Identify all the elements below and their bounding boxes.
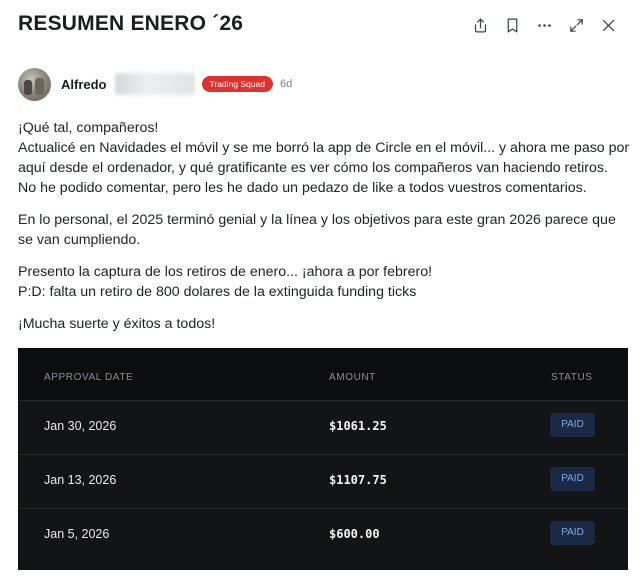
header-approval-date: APPROVAL DATE (44, 372, 134, 383)
row-date: Jan 5, 2026 (44, 527, 110, 541)
post-card: RESUMEN ENERO ´26 Alfredo Trading Squad … (0, 0, 640, 580)
author-row: Alfredo Trading Squad 6d (18, 67, 292, 101)
text-line: En lo personal, el 2025 terminó genial y… (18, 212, 616, 228)
paragraph: En lo personal, el 2025 terminó genial y… (18, 210, 630, 250)
paragraph: Presento la captura de los retiros de en… (18, 262, 630, 302)
table-row: Jan 30, 2026 $1061.25 PAID (18, 400, 628, 454)
table-row: Jan 13, 2026 $1107.75 PAID (18, 454, 628, 508)
post-header: RESUMEN ENERO ´26 (18, 10, 624, 40)
post-title: RESUMEN ENERO ´26 (18, 12, 244, 35)
status-badge: PAID (550, 413, 595, 437)
bookmark-button[interactable] (496, 12, 528, 38)
header-status: STATUS (551, 372, 593, 383)
text-line: P:D: falta un retiro de 800 dolares de l… (18, 284, 417, 300)
author-name[interactable]: Alfredo (61, 77, 107, 92)
expand-icon (569, 18, 583, 32)
bookmark-icon (507, 18, 517, 32)
post-actions (464, 12, 624, 38)
text-line: se van cumpliendo. (18, 232, 141, 248)
status-badge: PAID (550, 467, 595, 491)
paragraph: ¡Qué tal, compañeros! Actualicé en Navid… (18, 118, 630, 198)
row-date: Jan 30, 2026 (44, 419, 117, 433)
text-line: Actualicé en Navidades el móvil y se me … (18, 140, 630, 156)
withdrawals-table-screenshot: APPROVAL DATE AMOUNT STATUS Jan 30, 2026… (18, 348, 628, 570)
row-amount: $1107.75 (329, 473, 387, 487)
post-body: ¡Qué tal, compañeros! Actualicé en Navid… (18, 118, 630, 346)
row-date: Jan 13, 2026 (44, 473, 117, 487)
share-icon (474, 18, 486, 32)
table-row: Jan 5, 2026 $600.00 PAID (18, 508, 628, 562)
paragraph: ¡Mucha suerte y éxitos a todos! (18, 314, 630, 334)
redacted-name (114, 73, 195, 95)
more-icon (537, 23, 551, 27)
text-line: No he podido comentar, pero les he dado … (18, 180, 587, 196)
row-amount: $1061.25 (329, 419, 387, 433)
member-badge: Trading Squad (201, 76, 273, 92)
more-button[interactable] (528, 12, 560, 38)
text-line: ¡Qué tal, compañeros! (18, 120, 159, 136)
text-line: ¡Mucha suerte y éxitos a todos! (18, 316, 216, 332)
text-line: aquí desde el ordenador, y qué gratifica… (18, 160, 608, 176)
expand-button[interactable] (560, 12, 592, 38)
header-amount: AMOUNT (329, 372, 376, 383)
post-time: 6d (279, 78, 293, 90)
row-amount: $600.00 (329, 527, 380, 541)
close-button[interactable] (592, 12, 624, 38)
avatar[interactable] (18, 67, 51, 101)
table-header: APPROVAL DATE AMOUNT STATUS (18, 348, 628, 400)
text-line: Presento la captura de los retiros de en… (18, 264, 433, 280)
share-button[interactable] (464, 12, 496, 38)
close-icon (602, 19, 614, 31)
status-badge: PAID (550, 521, 595, 545)
